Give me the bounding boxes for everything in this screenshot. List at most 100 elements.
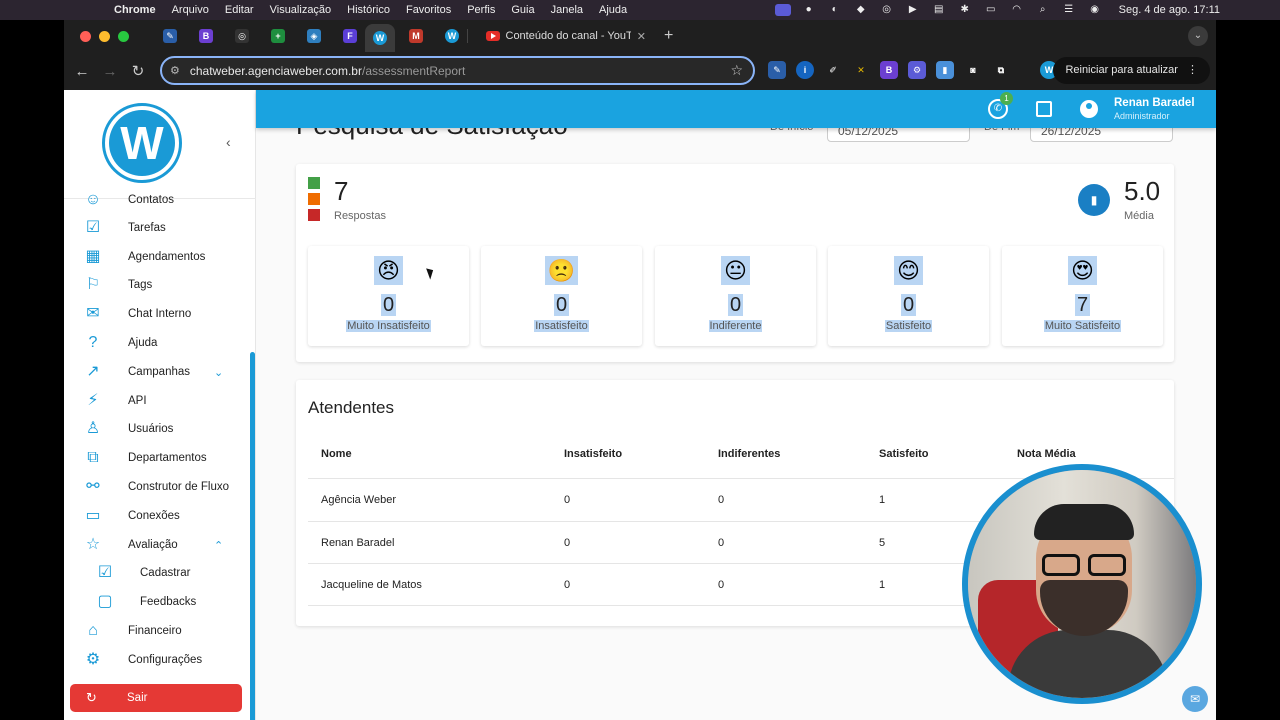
tab-active[interactable]: W <box>365 24 395 52</box>
tab-favicon-icon[interactable]: ◎ <box>235 29 249 43</box>
forward-icon[interactable]: → <box>96 63 124 80</box>
cell-satisfied: 5 <box>879 537 886 549</box>
address-bar[interactable]: ⚙ chatweber.agenciaweber.com.br /assessm… <box>160 56 755 85</box>
sidebar-item-contatos[interactable]: ☺ Contatos <box>64 186 254 214</box>
tab-favicon-icon[interactable]: B <box>199 29 213 43</box>
menu-item[interactable]: Ajuda <box>591 4 635 16</box>
tab-separator <box>467 29 468 43</box>
user-name[interactable]: Renan Baradel <box>1114 97 1195 109</box>
update-button[interactable]: Reiniciar para atualizar ⋮ <box>1053 57 1210 84</box>
rating-card-very-dissatisfied[interactable]: 😠 0 Muito Insatisfeito <box>308 246 469 346</box>
status-app-icon[interactable]: ◐ <box>827 4 843 16</box>
more-menu-icon[interactable]: ⋮ <box>1187 64 1198 76</box>
logout-button[interactable]: ↻ Sair <box>70 684 242 712</box>
sidebar-item-configuracoes[interactable]: ⚙ Configurações <box>64 646 254 674</box>
weber-favicon-icon: W <box>373 31 387 45</box>
menu-item[interactable]: Visualização <box>262 4 340 16</box>
sidebar-item-usuarios[interactable]: ♙ Usuários <box>64 415 254 443</box>
rating-card-satisfied[interactable]: 😊 0 Satisfeito <box>828 246 989 346</box>
extension-icon[interactable]: B <box>880 61 898 79</box>
sidebar-item-financeiro[interactable]: ⌂ Financeiro <box>64 617 254 645</box>
menu-item[interactable]: Editar <box>217 4 262 16</box>
tab-youtube[interactable]: Conteúdo do canal - YouTube ✕ <box>486 30 646 43</box>
menu-item[interactable]: Guia <box>503 4 542 16</box>
status-app-icon[interactable]: ◆ <box>853 4 869 16</box>
column-header[interactable]: Insatisfeito <box>564 448 622 460</box>
sidebar-item-feedbacks[interactable]: ▢ Feedbacks <box>64 588 254 616</box>
sidebar-item-cadastrar[interactable]: ☑ Cadastrar <box>64 559 254 587</box>
sidebar-scrollbar[interactable] <box>250 352 255 720</box>
sidebar-item-conexoes[interactable]: ▭ Conexões <box>64 502 254 530</box>
app-logo[interactable]: W <box>102 103 182 183</box>
siri-icon[interactable]: ◉ <box>1087 4 1103 16</box>
minimize-window-button[interactable] <box>99 30 110 42</box>
maximize-window-button[interactable] <box>118 30 129 42</box>
tab-favicon-icon[interactable]: ◈ <box>307 29 321 43</box>
sidebar-item-api[interactable]: ⚡ API <box>64 387 254 415</box>
menu-app[interactable]: Chrome <box>106 4 164 16</box>
sidebar-item-tags[interactable]: ⚐ Tags <box>64 271 254 299</box>
sidebar-item-campanhas[interactable]: ↗ Campanhas ⌄ <box>64 358 254 386</box>
column-header[interactable]: Nome <box>321 448 352 460</box>
collapse-sidebar-icon[interactable]: ‹ <box>226 134 231 150</box>
column-header[interactable]: Indiferentes <box>718 448 780 460</box>
mac-menu: Chrome Arquivo Editar Visualização Histó… <box>106 4 635 16</box>
status-app-icon[interactable]: ● <box>801 4 817 16</box>
inbox-icon[interactable] <box>1036 101 1052 117</box>
column-header[interactable]: Nota Média <box>1017 448 1076 460</box>
extensions-puzzle-icon[interactable]: ⧉ <box>992 61 1010 79</box>
screen-share-icon[interactable] <box>774 4 791 16</box>
extension-icon[interactable]: ✐ <box>824 61 842 79</box>
menu-item[interactable]: Janela <box>543 4 591 16</box>
extension-icon[interactable]: ✕ <box>852 61 870 79</box>
tab-favicon-icon[interactable]: M <box>409 29 423 43</box>
rating-label: Indiferente <box>708 320 763 332</box>
clock[interactable]: Seg. 4 de ago. 17:11 <box>1119 4 1220 16</box>
user-avatar-icon[interactable] <box>1080 100 1098 118</box>
column-header[interactable]: Satisfeito <box>879 448 929 460</box>
sidebar-item-departamentos[interactable]: ⧉ Departamentos <box>64 444 254 472</box>
wifi-icon[interactable]: ◠ <box>1009 4 1025 16</box>
chevron-down-icon[interactable]: ⌄ <box>1188 26 1208 46</box>
camera-icon[interactable]: ◙ <box>964 61 982 79</box>
sidebar-item-avaliacao[interactable]: ☆ Avaliação ⌃ <box>64 531 254 559</box>
close-window-button[interactable] <box>80 30 91 42</box>
tab-favicon-icon[interactable]: F <box>343 29 357 43</box>
rating-card-indifferent[interactable]: 😐 0 Indiferente <box>655 246 816 346</box>
menu-item[interactable]: Favoritos <box>398 4 459 16</box>
control-center-icon[interactable]: ☰ <box>1061 4 1077 16</box>
bookmark-star-icon[interactable]: ☆ <box>730 62 743 79</box>
extension-icon[interactable]: i <box>796 61 814 79</box>
sidebar-item-ajuda[interactable]: ? Ajuda <box>64 329 254 357</box>
sidebar-item-agendamentos[interactable]: ▦ Agendamentos <box>64 243 254 271</box>
sidebar-item-tarefas[interactable]: ☑ Tarefas <box>64 214 254 242</box>
extension-icon[interactable]: ✎ <box>768 61 786 79</box>
menu-item[interactable]: Perfis <box>459 4 503 16</box>
menu-item[interactable]: Histórico <box>339 4 398 16</box>
bluetooth-icon[interactable]: ✱ <box>957 4 973 16</box>
flow-icon: ⚯ <box>86 478 100 495</box>
sidebar-item-construtor-de-fluxo[interactable]: ⚯ Construtor de Fluxo <box>64 473 254 501</box>
chat-widget-button[interactable]: ✉ <box>1182 686 1208 712</box>
rating-card-very-satisfied[interactable]: 😍 7 Muito Satisfeito <box>1002 246 1163 346</box>
cell-dissatisfied: 0 <box>564 579 571 591</box>
menu-item[interactable]: Arquivo <box>164 4 217 16</box>
back-icon[interactable]: ← <box>68 63 96 80</box>
search-icon[interactable]: ⌕ <box>1035 4 1051 16</box>
status-app-icon[interactable]: ▤ <box>931 4 947 16</box>
close-icon[interactable]: ✕ <box>637 30 646 43</box>
tab-favicon-icon[interactable]: ✎ <box>163 29 177 43</box>
tab-favicon-icon[interactable]: W <box>445 29 459 43</box>
new-tab-icon[interactable]: + <box>664 27 673 45</box>
battery-icon[interactable]: ▭ <box>983 4 999 16</box>
extension-icon[interactable]: ⚙ <box>908 61 926 79</box>
tab-favicon-icon[interactable]: + <box>271 29 285 43</box>
extension-icon[interactable]: ▮ <box>936 61 954 79</box>
summary-card: 7 Respostas ▮ 5.0 Média 😠 0 Muito Insati… <box>296 164 1174 362</box>
play-icon[interactable]: ▶ <box>905 4 921 16</box>
sidebar-item-chat-interno[interactable]: ✉ Chat Interno <box>64 300 254 328</box>
reload-icon[interactable]: ↻ <box>124 62 152 80</box>
rating-card-dissatisfied[interactable]: 🙁 0 Insatisfeito <box>481 246 642 346</box>
status-app-icon[interactable]: ◎ <box>879 4 895 16</box>
site-info-icon[interactable]: ⚙ <box>170 64 180 77</box>
